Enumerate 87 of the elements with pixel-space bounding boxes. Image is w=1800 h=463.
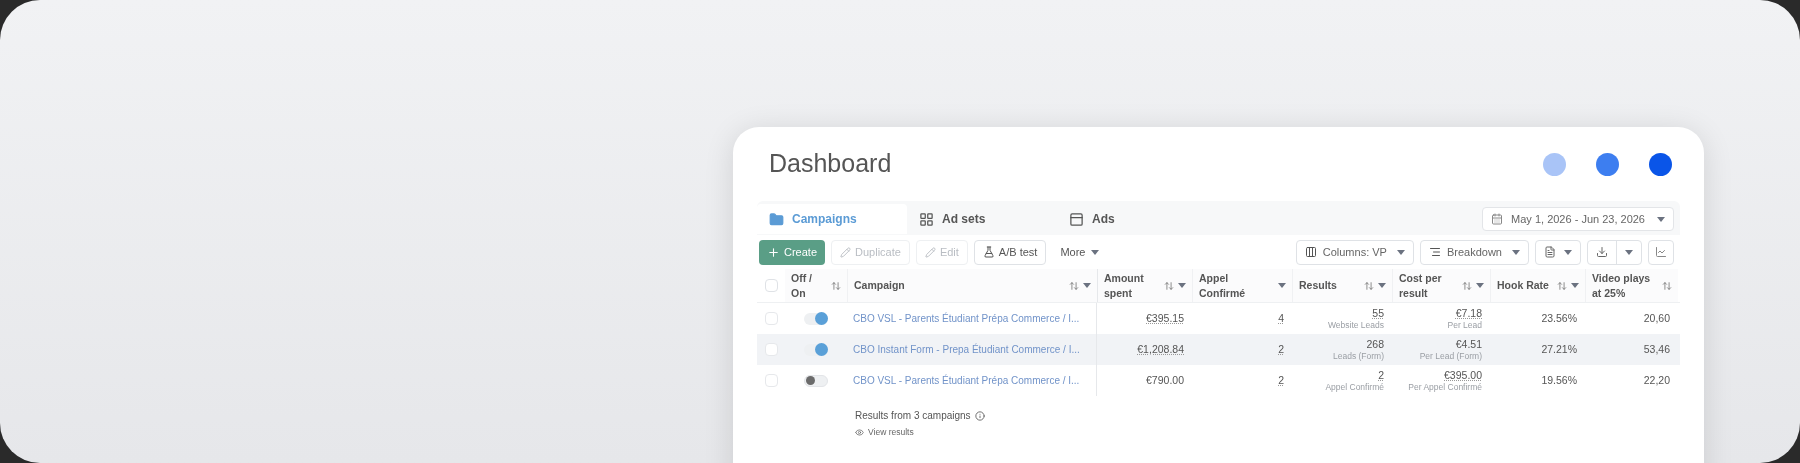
export-button[interactable] [1587, 239, 1642, 265]
sort-icon[interactable] [1069, 280, 1079, 291]
sort-icon[interactable] [831, 280, 841, 291]
table-cell: €7.18 [1455, 306, 1482, 320]
table-cell: 2 [1378, 368, 1384, 382]
dashboard-title: Dashboard [769, 148, 892, 180]
sort-icon[interactable] [1557, 280, 1567, 291]
column-header[interactable]: Hook Rate [1497, 278, 1553, 293]
cell-caption: Leads (Form) [1333, 350, 1384, 362]
folder-icon [769, 211, 784, 227]
tab[interactable]: Ads [1057, 204, 1207, 234]
table-cell: 20,60 [1643, 311, 1670, 326]
toolbar-icon [840, 246, 852, 258]
table-cell: 53,46 [1643, 342, 1670, 357]
toolbar-icon [924, 246, 936, 258]
sort-icon[interactable] [1164, 280, 1174, 291]
flask-icon [982, 246, 995, 258]
column-header[interactable]: Video plays at 25% [1592, 271, 1658, 300]
columns-icon [1304, 246, 1317, 258]
column-header[interactable]: Appel Confirmé [1199, 271, 1274, 300]
dropdown-button[interactable]: Columns: VP [1295, 239, 1414, 265]
table-cell: 19.56% [1541, 373, 1577, 388]
calendar-icon [1491, 213, 1504, 225]
toolbar-button[interactable]: A/B test [973, 239, 1047, 265]
column-header[interactable]: Campaign [854, 278, 1054, 293]
eye-icon [855, 427, 864, 437]
table-cell: 55 [1372, 306, 1384, 320]
column-header[interactable]: Amount spent [1104, 271, 1154, 300]
table-cell: 2 [1278, 342, 1284, 357]
caret-icon [1091, 249, 1100, 255]
caret-icon [1178, 283, 1186, 288]
row-checkbox[interactable] [764, 374, 778, 387]
table-cell: €790.00 [1146, 373, 1184, 388]
column-header[interactable]: Cost per result [1399, 271, 1449, 300]
date-range-picker[interactable]: May 1, 2026 - Jun 23, 2026 [1482, 207, 1674, 231]
caret-icon [1657, 216, 1665, 222]
cell-caption: Per Lead (Form) [1419, 350, 1482, 362]
sort-icon[interactable] [1662, 280, 1672, 291]
info-icon [974, 410, 985, 421]
table-cell: 23.56% [1541, 311, 1577, 326]
report-menu-button[interactable] [1535, 239, 1581, 265]
row-checkbox[interactable] [764, 343, 778, 356]
view-results-link[interactable]: View results [855, 426, 1680, 439]
caret-icon [1512, 249, 1520, 255]
tab[interactable]: Ad sets [907, 204, 1057, 234]
dropdown-button[interactable]: Breakdown [1419, 239, 1529, 265]
table-cell: €4.51 [1455, 337, 1482, 351]
document-icon [1544, 246, 1556, 258]
caret-icon [1278, 283, 1286, 288]
caret-icon [1476, 283, 1484, 288]
caret-icon [1396, 249, 1405, 255]
select-all-checkbox[interactable] [764, 279, 778, 292]
caret-icon [1571, 283, 1579, 288]
cell-caption: Per Lead [1447, 319, 1482, 331]
caret-icon [1083, 283, 1091, 288]
panel-icon [1069, 211, 1084, 227]
more-menu-button[interactable]: More [1052, 239, 1108, 265]
cell-caption: Appel Confirmé [1325, 381, 1384, 393]
results-summary: Results from 3 campaigns [855, 409, 971, 423]
caret-icon [1625, 249, 1633, 255]
chart-button[interactable] [1648, 239, 1674, 265]
plus-icon [767, 245, 780, 259]
table-cell: €395.15 [1146, 311, 1184, 326]
grid-icon [919, 211, 934, 227]
column-header[interactable]: Results [1299, 278, 1359, 293]
caret-icon [1378, 283, 1386, 288]
table-cell: 27.21% [1541, 342, 1577, 357]
download-icon [1596, 246, 1608, 258]
toggle-switch[interactable] [804, 374, 828, 387]
table-cell: 4 [1278, 311, 1284, 326]
cell-caption: Per Appel Confirmé [1408, 381, 1482, 393]
row-checkbox[interactable] [764, 312, 778, 325]
table-row[interactable]: CBO Instant Form - Prepa Étudiant Commerce / I... €1,208.84 2 268 Leads (Form) €4.51 Per Lead (Form) 27.21% 53,46 [757, 334, 1680, 365]
list-icon [1428, 246, 1441, 258]
sort-icon[interactable] [1364, 280, 1374, 291]
table-cell: 268 [1366, 337, 1384, 351]
chart-icon [1655, 246, 1667, 258]
table-cell: €1,208.84 [1137, 342, 1184, 357]
table-cell: 2 [1278, 373, 1284, 388]
table-cell: 22,20 [1643, 373, 1670, 388]
column-header[interactable]: Off / On [791, 271, 821, 300]
sort-icon[interactable] [1462, 280, 1472, 291]
toggle-switch[interactable] [804, 312, 828, 325]
caret-icon [1564, 249, 1572, 255]
toggle-switch[interactable] [804, 343, 828, 356]
table-cell: €395.00 [1444, 368, 1482, 382]
cell-caption: Website Leads [1327, 319, 1384, 331]
